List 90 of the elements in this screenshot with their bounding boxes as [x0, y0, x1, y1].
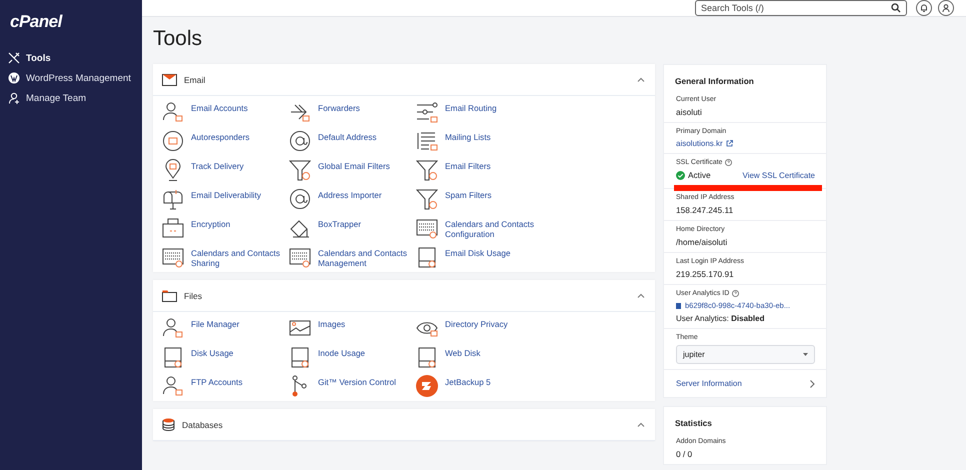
- check-circle-icon: [676, 170, 685, 180]
- disk-icon: [162, 346, 184, 368]
- info-value: aisoluti: [676, 107, 703, 117]
- list-icon: [416, 130, 438, 152]
- chevron-right-icon: [810, 380, 815, 388]
- person-icon: [162, 375, 184, 397]
- caret-icon: [803, 353, 808, 356]
- tool-link[interactable]: Disk Usage: [162, 346, 289, 368]
- tool-link[interactable]: Autoresponders: [162, 130, 289, 152]
- domain-link[interactable]: aisolutions.kr: [676, 139, 723, 148]
- tool-link[interactable]: Email Deliverability: [162, 188, 289, 210]
- tool-link[interactable]: Git™ Version Control: [289, 375, 416, 397]
- panel-title: General Information: [674, 75, 755, 88]
- team-icon: [8, 92, 20, 104]
- calendar-icon: [289, 246, 311, 268]
- tool-link[interactable]: Track Delivery: [162, 159, 289, 181]
- panel-title: Statistics: [674, 417, 713, 430]
- chevron-icon: [637, 77, 645, 82]
- tool-link[interactable]: Email Disk Usage: [416, 246, 616, 268]
- mailbox-icon: [162, 188, 184, 210]
- folder-icon: [162, 290, 177, 302]
- bell-icon: [919, 3, 929, 13]
- disk-icon: [289, 346, 311, 368]
- tool-link[interactable]: Calendars and Contacts Sharing: [162, 246, 289, 268]
- sidebar-item[interactable]: Manage Team: [8, 88, 90, 108]
- person-icon: [162, 317, 184, 339]
- search-icon: [891, 3, 901, 13]
- tool-link[interactable]: Inode Usage: [289, 346, 416, 368]
- info-value: 219.255.170.91: [676, 269, 735, 279]
- disk-icon: [416, 246, 438, 268]
- tool-link[interactable]: Address Importer: [289, 188, 416, 210]
- funnel-icon: [416, 159, 438, 181]
- envelope-icon: [162, 74, 177, 86]
- tool-link[interactable]: Web Disk: [416, 346, 616, 368]
- funnel-icon: [416, 188, 438, 210]
- tool-link[interactable]: Images: [289, 317, 416, 339]
- help-icon: [725, 159, 732, 166]
- tool-link[interactable]: Default Address: [289, 130, 416, 152]
- user-button[interactable]: [938, 0, 954, 16]
- analytics-status: User Analytics: Disabled: [676, 314, 766, 323]
- external-link-icon: [726, 140, 733, 147]
- view-ssl-link[interactable]: View SSL Certificate: [742, 170, 815, 180]
- at-icon: [289, 188, 311, 210]
- section-header[interactable]: Files: [153, 280, 655, 312]
- section-header[interactable]: Email: [153, 64, 655, 96]
- tools-icon: [8, 52, 20, 64]
- tool-link[interactable]: Calendars and Contacts Management: [289, 246, 416, 268]
- section-header[interactable]: Databases: [153, 409, 655, 441]
- tool-link[interactable]: Email Routing: [416, 101, 616, 123]
- chevron-icon: [637, 422, 645, 427]
- search-field[interactable]: Search Tools (/): [695, 0, 907, 16]
- tool-link[interactable]: Spam Filters: [416, 188, 616, 210]
- tool-link[interactable]: Directory Privacy: [416, 317, 616, 339]
- calendar-icon: [416, 217, 438, 239]
- tool-link[interactable]: Global Email Filters: [289, 159, 416, 181]
- tool-link[interactable]: Email Accounts: [162, 101, 289, 123]
- tool-link[interactable]: Encryption: [162, 217, 289, 239]
- tool-link[interactable]: JetBackup 5: [416, 375, 616, 397]
- sidebar-item[interactable]: WordPress Management: [8, 68, 134, 88]
- cpanel-logo[interactable]: cPanel: [10, 12, 62, 32]
- ssl-status: Active: [688, 170, 711, 180]
- tool-link[interactable]: FTP Accounts: [162, 375, 289, 397]
- sidebar-item[interactable]: Tools: [8, 48, 54, 68]
- jetbackup-logo-icon: [416, 375, 438, 397]
- person-icon: [162, 101, 184, 123]
- disk-icon: [416, 346, 438, 368]
- info-value: 158.247.245.11: [676, 205, 734, 215]
- tool-link[interactable]: BoxTrapper: [289, 217, 416, 239]
- page-title: Tools: [153, 27, 202, 51]
- funnel-icon: [289, 159, 311, 181]
- at-icon: [289, 130, 311, 152]
- chevron-icon: [637, 293, 645, 298]
- info-value: 0 / 0: [676, 449, 694, 459]
- tool-link[interactable]: Forwarders: [289, 101, 416, 123]
- info-value: /home/aisoluti: [676, 237, 728, 247]
- routing-icon: [416, 101, 438, 123]
- user-icon: [941, 3, 951, 13]
- wordpress-icon: [8, 72, 20, 84]
- help-icon: [732, 290, 740, 297]
- copy-icon: [676, 302, 682, 309]
- tool-link[interactable]: Mailing Lists: [416, 130, 616, 152]
- database-icon: [162, 418, 175, 431]
- notifications-button[interactable]: [916, 0, 932, 16]
- calendar-icon: [162, 246, 184, 268]
- tool-link[interactable]: File Manager: [162, 317, 289, 339]
- tool-link[interactable]: Email Filters: [416, 159, 616, 181]
- theme-select[interactable]: jupiter: [676, 345, 815, 364]
- case-icon: [162, 217, 184, 239]
- tool-link[interactable]: Calendars and Contacts Configuration: [416, 217, 616, 239]
- server-info-link[interactable]: Server Information: [676, 379, 742, 388]
